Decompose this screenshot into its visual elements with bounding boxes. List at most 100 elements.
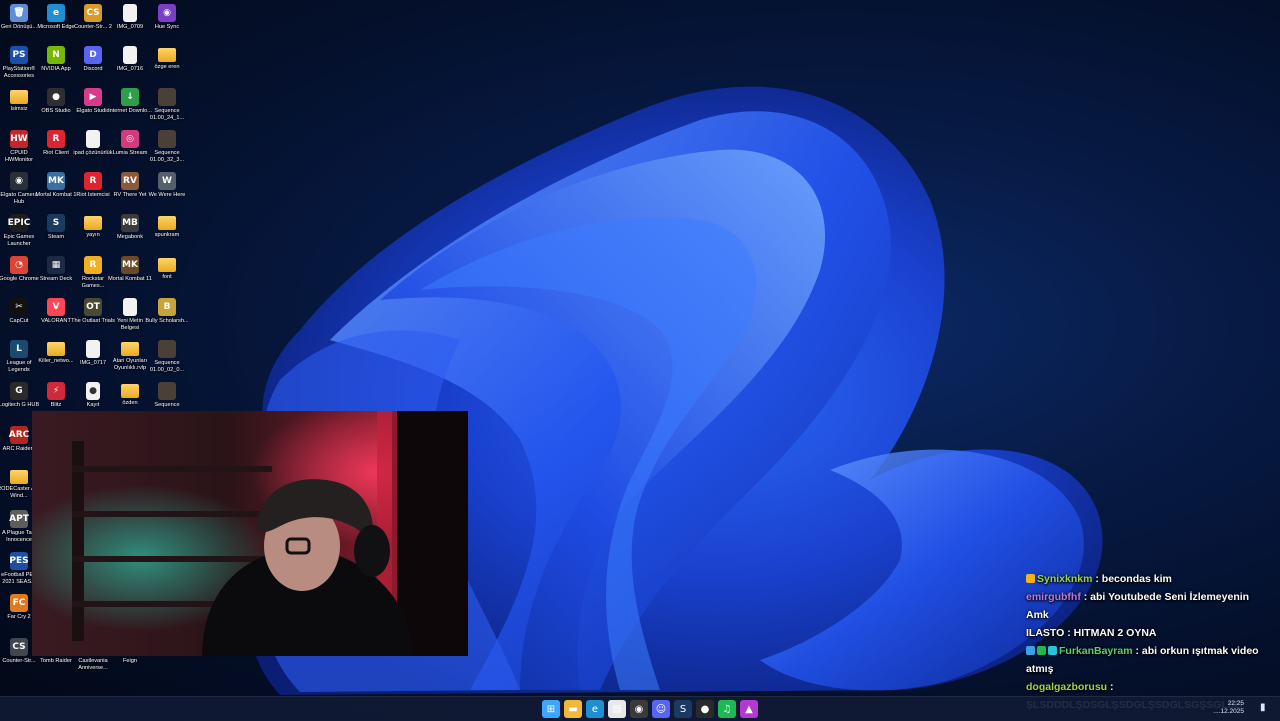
desktop-icon[interactable]: IMG_0716 — [111, 44, 149, 86]
desktop-icon[interactable]: N NVIDIA App — [37, 44, 75, 86]
obs-icon: ● — [47, 88, 65, 106]
taskbar: ⊞ ▬ e ▤ ◉ ☺ S ● ♫ ▲ 22:25 ....12.2025 ▮ — [0, 696, 1280, 721]
system-clock[interactable]: 22:25 ....12.2025 — [1213, 700, 1244, 716]
desktop-icon[interactable]: S Steam — [37, 212, 75, 254]
desktop-icon[interactable]: ● OBS Studio — [37, 86, 75, 128]
desktop-icon[interactable]: yayın — [74, 212, 112, 254]
desktop-icon[interactable]: EPIC Epic Games Launcher — [0, 212, 38, 254]
mortal-kombat-icon: MK — [47, 172, 65, 190]
video-thumb-icon — [158, 340, 176, 358]
desktop-icon[interactable]: Sequence 01.00_02_0... — [148, 338, 186, 380]
file-explorer-icon[interactable]: ▬ — [564, 700, 582, 718]
clock-time: 22:25 — [1227, 700, 1244, 707]
notepad-taskbar-icon[interactable]: ▤ — [608, 700, 626, 718]
discord-taskbar-icon[interactable]: ☺ — [652, 700, 670, 718]
desktop-icon[interactable]: özge eren — [148, 44, 186, 86]
desktop-icon[interactable]: R Rockstar Games... — [74, 254, 112, 296]
desktop-icon[interactable]: ◉ Elgato Camera Hub — [0, 170, 38, 212]
folder-icon — [84, 216, 102, 230]
desktop-icon[interactable]: Atari Oyunları Oyunlıklı.rvlp — [111, 338, 149, 380]
folder-icon — [158, 216, 176, 230]
desktop-icon[interactable]: ◉ Hue Sync — [148, 2, 186, 44]
game-icon: OT — [84, 298, 102, 316]
desktop-icon[interactable]: ◔ Google Chrome — [0, 254, 39, 296]
notification-icon[interactable]: ▮ — [1260, 702, 1270, 714]
efootball-icon: PES — [9, 552, 29, 570]
desktop-icon[interactable]: Sequence 01.00_24_1... — [148, 86, 186, 128]
chat-separator: : — [1064, 627, 1074, 639]
desktop-icon[interactable]: 🗑 Geri Dönüşü... — [0, 2, 38, 44]
capcut-icon: ✂ — [10, 298, 28, 316]
mortal-kombat-icon: MK — [121, 256, 139, 274]
chat-username: emirgubfhf — [1026, 591, 1081, 603]
far-cry-icon: FC — [10, 594, 28, 612]
desktop-icon[interactable]: MB Megabonk — [111, 212, 149, 254]
epic-games-icon: EPIC — [8, 214, 30, 232]
desktop-icon-label: özge eren — [154, 64, 180, 70]
desktop-icon[interactable]: ◎ Lumia Stream — [111, 128, 149, 170]
discord-icon: D — [84, 46, 102, 64]
stream-tool-taskbar-icon[interactable]: ▲ — [740, 700, 758, 718]
desktop-icon[interactable]: font — [148, 254, 186, 296]
desktop-icon[interactable]: PS PlayStation® Accessories — [0, 44, 38, 86]
chat-username: dogalgazborusu — [1026, 681, 1108, 693]
chat-badge-icon — [1026, 646, 1035, 655]
start-button[interactable]: ⊞ — [542, 700, 560, 718]
desktop-icon[interactable]: MK Mortal Kombat 1 — [35, 170, 77, 212]
image-file-icon — [123, 4, 137, 22]
logitech-icon: G — [10, 382, 28, 400]
desktop-icon-label: Sequence 01.00_02_0... — [149, 360, 185, 373]
desktop-icon[interactable]: B Bully Scholarsh... — [145, 296, 189, 338]
desktop-icon[interactable]: Killer_netwo... — [37, 338, 75, 380]
desktop-icon-label: Sequence 01.00_32_3... — [149, 150, 185, 163]
counter-strike-icon: CS — [10, 638, 28, 656]
edge-taskbar-icon[interactable]: e — [586, 700, 604, 718]
document-icon — [86, 130, 100, 148]
desktop-icon[interactable]: RV RV There Yet — [111, 170, 149, 212]
video-thumb-icon — [158, 130, 176, 148]
obs-taskbar-icon[interactable]: ◉ — [630, 700, 648, 718]
desktop-icon[interactable]: OT The Outlast Trials — [71, 296, 115, 338]
desktop-icon[interactable]: D Discord — [74, 44, 112, 86]
desktop-icon[interactable]: ipad çözünürlük — [73, 128, 113, 170]
clock-date: ....12.2025 — [1213, 708, 1244, 715]
arc-raiders-icon: ARC — [9, 426, 29, 444]
video-thumb-icon — [158, 382, 176, 400]
desktop-icon[interactable]: ✂ CapCut — [0, 296, 38, 338]
folder-icon — [47, 342, 65, 356]
steam-taskbar-icon[interactable]: S — [674, 700, 692, 718]
desktop-icon-label: Sequence 01.00_24_1... — [149, 108, 185, 121]
desktop-icon[interactable]: Sequence 01.00_32_3... — [148, 128, 186, 170]
desktop-icon[interactable]: W We Were Here — [148, 170, 186, 212]
folder-icon — [158, 258, 176, 272]
league-icon: L — [10, 340, 28, 358]
desktop-icon[interactable]: R Riot Client — [37, 128, 75, 170]
spotify-taskbar-icon[interactable]: ♫ — [718, 700, 736, 718]
desktop-icon[interactable]: İsimsiz — [0, 86, 38, 128]
game-icon: APT — [9, 510, 29, 528]
nvidia-icon: N — [47, 46, 65, 64]
desktop-icon[interactable]: e Microsoft Edge — [37, 2, 75, 44]
desktop-icon[interactable]: R Riot İstemcisi — [74, 170, 112, 212]
rockstar-icon: R — [84, 256, 102, 274]
blitz-icon: ⚡ — [47, 382, 65, 400]
desktop-icon[interactable]: ▶ Elgato Studio — [74, 86, 112, 128]
desktop-icon[interactable]: IMG_0709 — [111, 2, 149, 44]
desktop-icon[interactable]: HW CPUID HWMonitor — [0, 128, 38, 170]
counter-strike-icon: CS — [84, 4, 102, 22]
desktop-icon[interactable]: spunkram — [148, 212, 186, 254]
desktop-icon[interactable]: ▦ Stream Deck — [37, 254, 75, 296]
desktop-icon[interactable]: V VALORANT — [37, 296, 75, 338]
desktop-icon[interactable]: IMG_0717 — [74, 338, 112, 380]
chat-badge-icon — [1026, 574, 1035, 583]
desktop-icon[interactable]: MK Mortal Kombat 11 — [108, 254, 152, 296]
obs-studio-taskbar-icon[interactable]: ● — [696, 700, 714, 718]
chat-username: FurkanBayram — [1059, 645, 1133, 657]
desktop-icon[interactable]: CS Counter-Str... 2 — [74, 2, 112, 44]
chat-separator: : — [1132, 645, 1142, 657]
desktop-icon[interactable]: L League of Legends — [0, 338, 38, 380]
webcam-overlay — [32, 411, 468, 656]
desktop-icon[interactable]: ↓ Internet Downlo... — [108, 86, 152, 128]
desktop-icon[interactable]: Yeni Metin Belgesi — [111, 296, 149, 338]
chat-badge-icon — [1048, 646, 1057, 655]
